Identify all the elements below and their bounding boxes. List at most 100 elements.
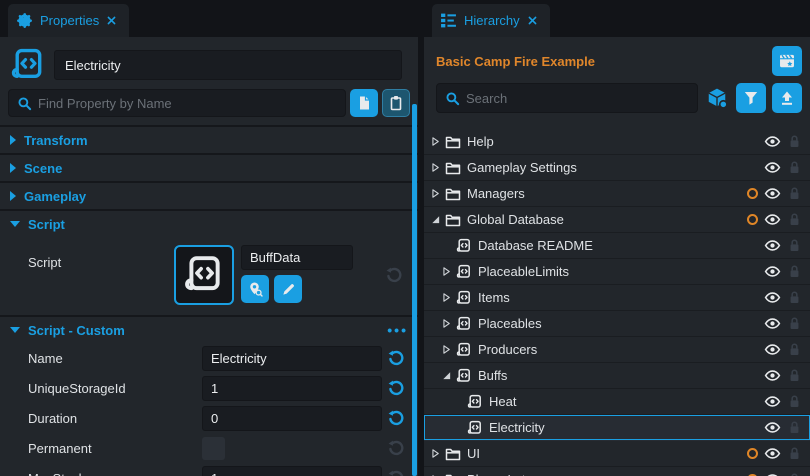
tree-row-buffs[interactable]: Buffs [424,363,810,389]
lock-icon[interactable] [787,212,802,227]
tree-row-label: PlaceableLimits [478,264,569,279]
section-transform[interactable]: Transform [0,125,418,153]
tree-row-placeablelimits[interactable]: PlaceableLimits [424,259,810,285]
lock-icon[interactable] [787,446,802,461]
tree-row-global-database[interactable]: Global Database [424,207,810,233]
expand-arrow-icon[interactable] [430,188,445,199]
eye-visibility-icon[interactable] [764,185,781,202]
hierarchy-search-row [424,79,810,119]
eye-visibility-icon[interactable] [764,159,781,176]
input-name[interactable] [202,346,382,371]
tree-row-database-readme[interactable]: Database README [424,233,810,259]
eye-visibility-icon[interactable] [764,367,781,384]
undo-icon [386,267,402,283]
lock-icon[interactable] [787,134,802,149]
properties-scrollbar[interactable] [412,104,417,476]
hierarchy-panel: Hierarchy Basic Camp Fire Example [424,0,810,476]
hierarchy-search-box[interactable] [436,83,698,113]
section-script[interactable]: Script [0,209,418,237]
object-name-input[interactable] [54,50,402,80]
eye-visibility-icon[interactable] [764,471,781,476]
tree-row-gameplay-settings[interactable]: Gameplay Settings [424,155,810,181]
property-row-duration: Duration [0,403,418,433]
scene-events-button[interactable] [772,46,802,76]
ellipsis-menu-icon[interactable]: ••• [387,322,408,338]
expand-arrow-icon[interactable] [441,370,456,381]
eye-visibility-icon[interactable] [764,419,781,436]
lock-icon[interactable] [787,472,802,476]
cube-icon[interactable] [706,87,728,109]
expand-arrow-icon[interactable] [430,214,445,225]
filter-button[interactable] [736,83,766,113]
publish-button[interactable] [772,83,802,113]
tree-row-ui[interactable]: UI [424,441,810,467]
chevron-down-icon [10,327,20,333]
eye-visibility-icon[interactable] [764,315,781,332]
expand-arrow-icon[interactable] [430,162,445,173]
undo-icon[interactable] [388,470,404,476]
tab-properties-label: Properties [40,13,99,28]
expand-arrow-icon[interactable] [441,344,456,355]
input-uniquestorageid[interactable] [202,376,382,401]
checkbox-permanent[interactable] [202,437,225,460]
tree-row-help[interactable]: Help [424,129,810,155]
section-script-custom[interactable]: Script - Custom ••• [0,315,418,343]
tree-row-items[interactable]: Items [424,285,810,311]
eye-visibility-icon[interactable] [764,341,781,358]
lock-icon[interactable] [787,368,802,383]
property-search-input[interactable] [38,96,337,111]
expand-arrow-icon[interactable] [441,318,456,329]
hierarchy-search-input[interactable] [466,91,689,106]
tree-row-producers[interactable]: Producers [424,337,810,363]
eye-visibility-icon[interactable] [764,393,781,410]
lock-icon[interactable] [787,160,802,175]
input-maxstacks[interactable] [202,466,382,476]
eye-visibility-icon[interactable] [764,211,781,228]
edit-script-button[interactable] [274,275,302,303]
lock-icon[interactable] [787,264,802,279]
undo-icon[interactable] [388,440,404,456]
undo-icon[interactable] [388,380,404,396]
eye-visibility-icon[interactable] [764,237,781,254]
lock-icon[interactable] [787,186,802,201]
copy-properties-button[interactable] [350,89,378,117]
close-icon[interactable] [106,15,117,26]
lock-icon[interactable] [787,316,802,331]
tree-row-electricity[interactable]: Electricity [424,415,810,441]
expand-arrow-icon[interactable] [430,136,445,147]
undo-icon[interactable] [388,350,404,366]
lock-icon[interactable] [787,420,802,435]
script-asset-name-input[interactable] [241,245,353,270]
properties-body: Transform Scene Gameplay Script Script [0,37,418,476]
expand-arrow-icon[interactable] [430,448,445,459]
hierarchy-tabbar: Hierarchy [424,0,810,37]
tree-row-heat[interactable]: Heat [424,389,810,415]
property-row-permanent: Permanent [0,433,418,463]
script-icon [467,420,487,436]
tab-hierarchy[interactable]: Hierarchy [432,4,550,37]
section-gameplay[interactable]: Gameplay [0,181,418,209]
paste-properties-button[interactable] [382,89,410,117]
script-asset-slot[interactable] [174,245,234,305]
tree-row-placeables[interactable]: Placeables [424,311,810,337]
eye-visibility-icon[interactable] [764,263,781,280]
find-asset-button[interactable] [241,275,269,303]
eye-visibility-icon[interactable] [764,289,781,306]
undo-icon[interactable] [388,410,404,426]
tree-row-label: UI [467,446,480,461]
input-duration[interactable] [202,406,382,431]
expand-arrow-icon[interactable] [441,292,456,303]
lock-icon[interactable] [787,238,802,253]
lock-icon[interactable] [787,342,802,357]
tree-row-player-lot[interactable]: Player Lot [424,467,810,476]
close-icon[interactable] [527,15,538,26]
eye-visibility-icon[interactable] [764,133,781,150]
tab-properties[interactable]: Properties [8,4,129,37]
lock-icon[interactable] [787,394,802,409]
lock-icon[interactable] [787,290,802,305]
eye-visibility-icon[interactable] [764,445,781,462]
property-search-box[interactable] [8,89,346,117]
section-scene[interactable]: Scene [0,153,418,181]
expand-arrow-icon[interactable] [441,266,456,277]
tree-row-managers[interactable]: Managers [424,181,810,207]
